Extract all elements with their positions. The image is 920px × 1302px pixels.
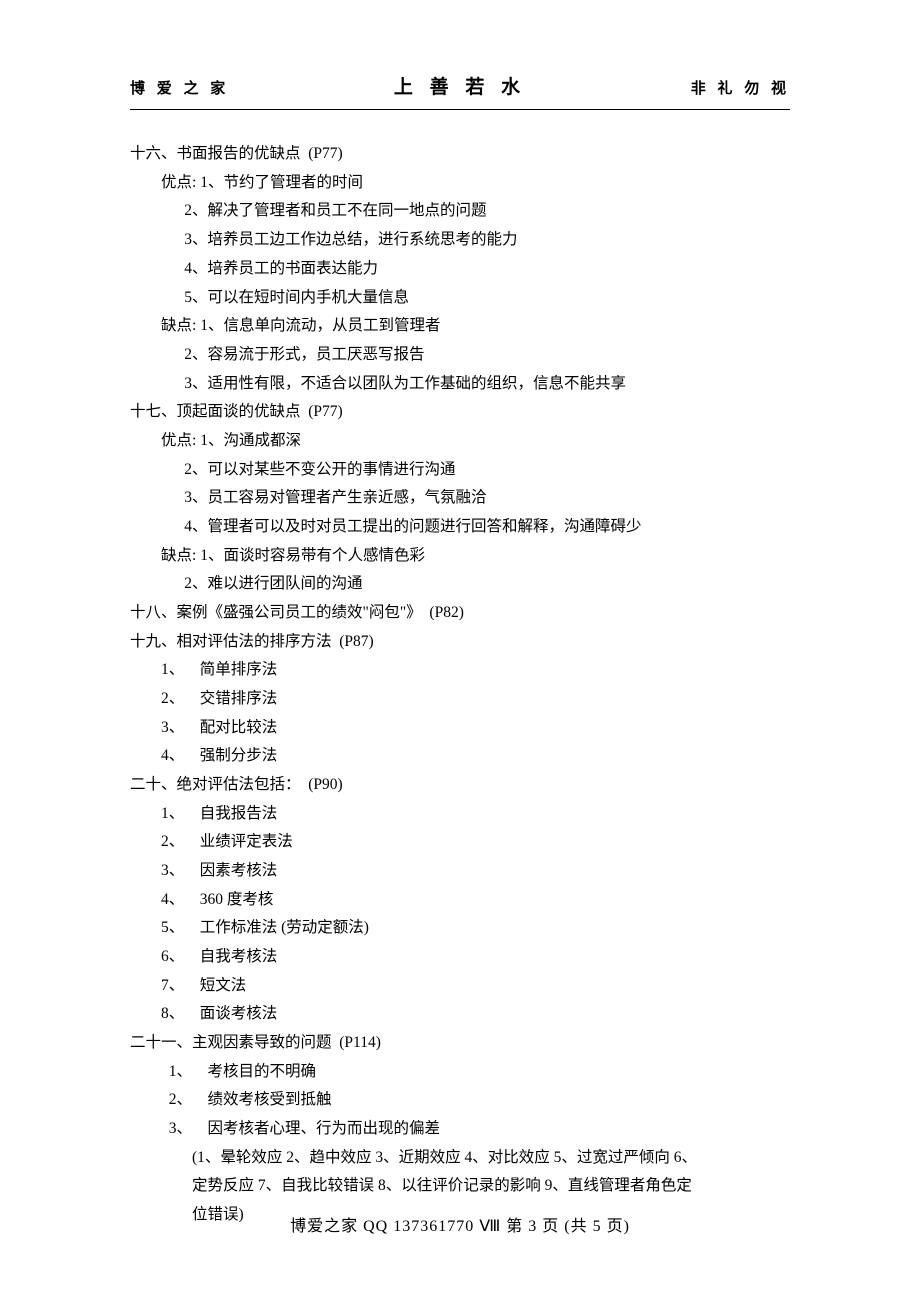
section-19-item-2: 3、 配对比较法 bbox=[130, 714, 790, 743]
section-21-title: 二十一、主观因素导致的问题 (P114) bbox=[130, 1029, 790, 1058]
document-body: 十六、书面报告的优缺点 (P77) 优点: 1、节约了管理者的时间 2、解决了管… bbox=[130, 140, 790, 1230]
footer-text: 博爱之家 QQ 137361770 Ⅷ 第 3 页 (共 5 页) bbox=[290, 1218, 630, 1235]
section-17-pros-0: 优点: 1、沟通成都深 bbox=[130, 427, 790, 456]
section-21-item-0: 1、 考核目的不明确 bbox=[130, 1058, 790, 1087]
section-16-cons-2: 3、适用性有限，不适合以团队为工作基础的组织，信息不能共享 bbox=[130, 370, 790, 399]
section-16-pros-2: 3、培养员工边工作边总结，进行系统思考的能力 bbox=[130, 226, 790, 255]
page-footer: 博爱之家 QQ 137361770 Ⅷ 第 3 页 (共 5 页) bbox=[0, 1212, 920, 1242]
section-18-title: 十八、案例《盛强公司员工的绩效"闷包"》 (P82) bbox=[130, 599, 790, 628]
header-left: 博 爱 之 家 bbox=[130, 76, 229, 104]
header-right: 非 礼 勿 视 bbox=[691, 76, 790, 104]
section-20-item-5: 6、 自我考核法 bbox=[130, 943, 790, 972]
section-17-pros-1: 2、可以对某些不变公开的事情进行沟通 bbox=[130, 456, 790, 485]
section-21-item-2: 3、 因考核者心理、行为而出现的偏差 bbox=[130, 1115, 790, 1144]
section-21-sub-1: 定势反应 7、自我比较错误 8、以往评价记录的影响 9、直线管理者角色定 bbox=[130, 1172, 790, 1201]
page-header: 博 爱 之 家 上 善 若 水 非 礼 勿 视 bbox=[130, 70, 790, 110]
section-17-cons-1: 2、难以进行团队间的沟通 bbox=[130, 570, 790, 599]
header-center: 上 善 若 水 bbox=[394, 70, 526, 105]
section-19-item-1: 2、 交错排序法 bbox=[130, 685, 790, 714]
section-20-item-3: 4、 360 度考核 bbox=[130, 886, 790, 915]
section-20-title: 二十、绝对评估法包括： (P90) bbox=[130, 771, 790, 800]
section-17-cons-0: 缺点: 1、面谈时容易带有个人感情色彩 bbox=[130, 542, 790, 571]
section-20-item-0: 1、 自我报告法 bbox=[130, 800, 790, 829]
section-20-item-6: 7、 短文法 bbox=[130, 972, 790, 1001]
section-16-pros-1: 2、解决了管理者和员工不在同一地点的问题 bbox=[130, 197, 790, 226]
section-16-pros-0: 优点: 1、节约了管理者的时间 bbox=[130, 169, 790, 198]
section-21-item-1: 2、 绩效考核受到抵触 bbox=[130, 1086, 790, 1115]
section-17-title: 十七、顶起面谈的优缺点 (P77) bbox=[130, 398, 790, 427]
section-20-item-4: 5、 工作标准法 (劳动定额法) bbox=[130, 914, 790, 943]
section-20-item-7: 8、 面谈考核法 bbox=[130, 1000, 790, 1029]
section-19-item-3: 4、 强制分步法 bbox=[130, 742, 790, 771]
section-17-pros-3: 4、管理者可以及时对员工提出的问题进行回答和解释，沟通障碍少 bbox=[130, 513, 790, 542]
section-16-title: 十六、书面报告的优缺点 (P77) bbox=[130, 140, 790, 169]
section-20-item-2: 3、 因素考核法 bbox=[130, 857, 790, 886]
section-19-item-0: 1、 简单排序法 bbox=[130, 656, 790, 685]
section-16-pros-4: 5、可以在短时间内手机大量信息 bbox=[130, 284, 790, 313]
section-21-sub-0: (1、晕轮效应 2、趋中效应 3、近期效应 4、对比效应 5、过宽过严倾向 6、 bbox=[130, 1144, 790, 1173]
section-19-title: 十九、相对评估法的排序方法 (P87) bbox=[130, 628, 790, 657]
section-16-pros-3: 4、培养员工的书面表达能力 bbox=[130, 255, 790, 284]
section-17-pros-2: 3、员工容易对管理者产生亲近感，气氛融洽 bbox=[130, 484, 790, 513]
section-16-cons-0: 缺点: 1、信息单向流动，从员工到管理者 bbox=[130, 312, 790, 341]
section-16-cons-1: 2、容易流于形式，员工厌恶写报告 bbox=[130, 341, 790, 370]
section-20-item-1: 2、 业绩评定表法 bbox=[130, 828, 790, 857]
